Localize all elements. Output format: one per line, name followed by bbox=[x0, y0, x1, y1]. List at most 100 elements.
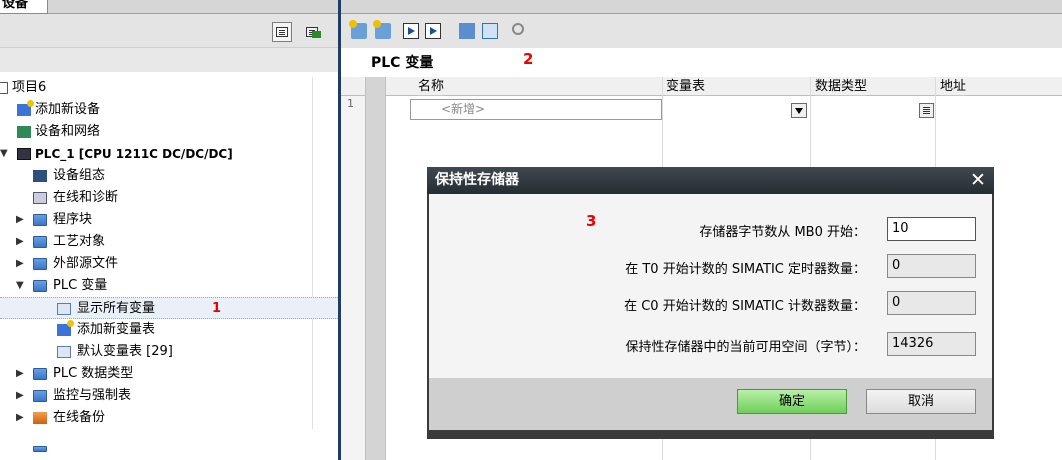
callout-marker-2: 2 bbox=[523, 50, 534, 68]
available-space-label: 保持性存储器中的当前可用空间（字节）： bbox=[625, 340, 866, 355]
row-number: 1 bbox=[347, 97, 354, 110]
add-device-icon bbox=[17, 100, 34, 116]
folder-icon bbox=[33, 412, 47, 424]
tag-table-icon bbox=[57, 303, 71, 315]
diagnostics-icon bbox=[33, 192, 47, 204]
tree-item-show-all-tags[interactable]: 显示所有变量 1 bbox=[0, 297, 338, 319]
dialog-footer: 确定 取消 bbox=[429, 378, 992, 430]
tree-item-label: PLC 变量 bbox=[53, 278, 108, 293]
add-table-icon bbox=[57, 320, 74, 336]
left-tabstrip bbox=[48, 0, 338, 14]
tree-item-label: 添加新变量表 bbox=[77, 322, 156, 337]
row-number-column bbox=[341, 96, 365, 460]
folder-icon bbox=[33, 368, 47, 380]
folder-icon bbox=[33, 446, 47, 452]
tree-item-external-sources[interactable]: ▶ 外部源文件 bbox=[0, 253, 338, 275]
tree-item-device-config[interactable]: 设备组态 bbox=[0, 165, 338, 187]
monitor-icon[interactable] bbox=[459, 23, 475, 39]
tree-item-program-blocks[interactable]: ▶ 程序块 bbox=[0, 209, 338, 231]
tree-item-label: 程序块 bbox=[53, 212, 93, 227]
export-icon[interactable] bbox=[302, 22, 322, 42]
tree-item-label: 显示所有变量 bbox=[77, 301, 156, 316]
tree-item-label: 在线和诊断 bbox=[53, 190, 119, 205]
available-space-value: 14326 bbox=[887, 332, 976, 356]
ok-button[interactable]: 确定 bbox=[737, 389, 847, 414]
tree-item-label: 添加新设备 bbox=[35, 102, 101, 117]
add-tag-icon[interactable] bbox=[349, 20, 367, 39]
row-selector-column bbox=[365, 77, 386, 460]
expand-triangle-icon[interactable]: ▼ bbox=[0, 143, 8, 165]
tree-item-label: 工艺对象 bbox=[53, 234, 106, 249]
memory-bytes-label: 存储器字节数从 MB0 开始： bbox=[699, 225, 866, 240]
folder-icon bbox=[33, 280, 47, 292]
tree-item-plc-data-types[interactable]: ▶ PLC 数据类型 bbox=[0, 363, 338, 385]
editor-toolbar bbox=[341, 14, 1062, 48]
column-header-data-type[interactable]: 数据类型 bbox=[815, 77, 868, 96]
tree-item-label: PLC_1 [CPU 1211C DC/DC/DC] bbox=[35, 147, 233, 161]
tree-item-online-diagnostics[interactable]: 在线和诊断 bbox=[0, 187, 338, 209]
close-icon[interactable]: ✕ bbox=[967, 170, 989, 191]
folder-icon bbox=[33, 258, 47, 270]
tree-item-label: 监控与强制表 bbox=[53, 388, 132, 403]
timers-count-input[interactable]: 0 bbox=[887, 254, 976, 278]
export-icon[interactable] bbox=[403, 23, 419, 39]
tree-item-partial bbox=[0, 429, 338, 452]
tree-item-add-device[interactable]: 添加新设备 bbox=[0, 99, 338, 121]
tree-item-default-tag-table[interactable]: 默认变量表 [29] bbox=[0, 341, 338, 363]
tag-table-icon bbox=[57, 346, 71, 358]
tree-item-devices-networks[interactable]: 设备和网络 bbox=[0, 121, 338, 143]
tree-item-project[interactable]: 项目6 bbox=[0, 77, 338, 99]
column-header-address[interactable]: 地址 bbox=[940, 77, 967, 96]
tree-item-label: 默认变量表 [29] bbox=[77, 344, 173, 359]
counters-count-input[interactable]: 0 bbox=[887, 291, 976, 315]
network-icon bbox=[17, 126, 31, 138]
collapse-triangle-icon[interactable]: ▶ bbox=[16, 253, 24, 275]
expand-triangle-icon[interactable]: ▼ bbox=[16, 275, 24, 297]
tree-item-plc-tags[interactable]: ▼ PLC 变量 bbox=[0, 275, 338, 297]
plc-icon bbox=[17, 148, 31, 160]
cancel-button[interactable]: 取消 bbox=[866, 389, 976, 414]
timers-count-label: 在 T0 开始计数的 SIMATIC 定时器数量： bbox=[625, 262, 866, 277]
tree-item-label: PLC 数据类型 bbox=[53, 366, 134, 381]
editor-title: PLC 变量 bbox=[371, 55, 434, 71]
device-config-icon bbox=[33, 170, 47, 182]
insert-tag-icon[interactable] bbox=[373, 20, 391, 39]
folder-icon bbox=[33, 390, 47, 402]
dialog-body: 3 存储器字节数从 MB0 开始： 10 在 T0 开始计数的 SIMATIC … bbox=[429, 194, 992, 378]
column-header-name[interactable]: 名称 bbox=[418, 77, 445, 96]
counters-count-label: 在 C0 开始计数的 SIMATIC 计数器数量： bbox=[624, 299, 866, 314]
column-header-tag-table[interactable]: 变量表 bbox=[666, 77, 706, 96]
collapse-triangle-icon[interactable]: ▶ bbox=[16, 231, 24, 253]
import-icon[interactable] bbox=[425, 23, 441, 39]
tree-item-label: 设备和网络 bbox=[35, 124, 101, 139]
collapse-triangle-icon[interactable]: ▶ bbox=[16, 407, 24, 429]
tree-item-plc1[interactable]: ▼ PLC_1 [CPU 1211C DC/DC/DC] bbox=[0, 143, 338, 165]
collapse-triangle-icon[interactable]: ▶ bbox=[16, 385, 24, 407]
list-view-icon[interactable] bbox=[272, 22, 292, 42]
tree-item-label: 在线备份 bbox=[53, 410, 106, 425]
tree-item-add-tag-table[interactable]: 添加新变量表 bbox=[0, 319, 338, 341]
retain-memory-icon[interactable] bbox=[482, 23, 498, 39]
folder-icon bbox=[33, 236, 47, 248]
devices-tab[interactable]: 设备 bbox=[0, 0, 48, 14]
project-icon bbox=[0, 82, 8, 94]
collapse-triangle-icon[interactable]: ▶ bbox=[16, 363, 24, 385]
folder-icon bbox=[33, 214, 47, 226]
tree-item-label: 设备组态 bbox=[53, 168, 106, 183]
list-icon[interactable] bbox=[919, 103, 934, 118]
project-tree-toolbar bbox=[0, 14, 338, 48]
dialog-title: 保持性存储器 bbox=[427, 167, 994, 194]
callout-marker-3: 3 bbox=[586, 212, 597, 230]
project-tree-header bbox=[0, 48, 338, 72]
tree-item-watch-force-tables[interactable]: ▶ 监控与强制表 bbox=[0, 385, 338, 407]
project-tree-panel: 设备 项目6 添加新设备 设备和网络 ▼ PLC_1 [CPU 1211C DC… bbox=[0, 0, 338, 460]
tree-item-label: 项目6 bbox=[12, 80, 47, 95]
new-tag-input[interactable]: <新增> bbox=[410, 99, 662, 120]
tree-item-technology-objects[interactable]: ▶ 工艺对象 bbox=[0, 231, 338, 253]
tree-item-online-backups[interactable]: ▶ 在线备份 bbox=[0, 407, 338, 429]
memory-bytes-input[interactable]: 10 bbox=[887, 217, 976, 241]
connection-icon[interactable] bbox=[512, 23, 524, 35]
tree-item-label: 外部源文件 bbox=[53, 256, 119, 271]
collapse-triangle-icon[interactable]: ▶ bbox=[16, 209, 24, 231]
chevron-down-icon[interactable] bbox=[791, 103, 807, 118]
